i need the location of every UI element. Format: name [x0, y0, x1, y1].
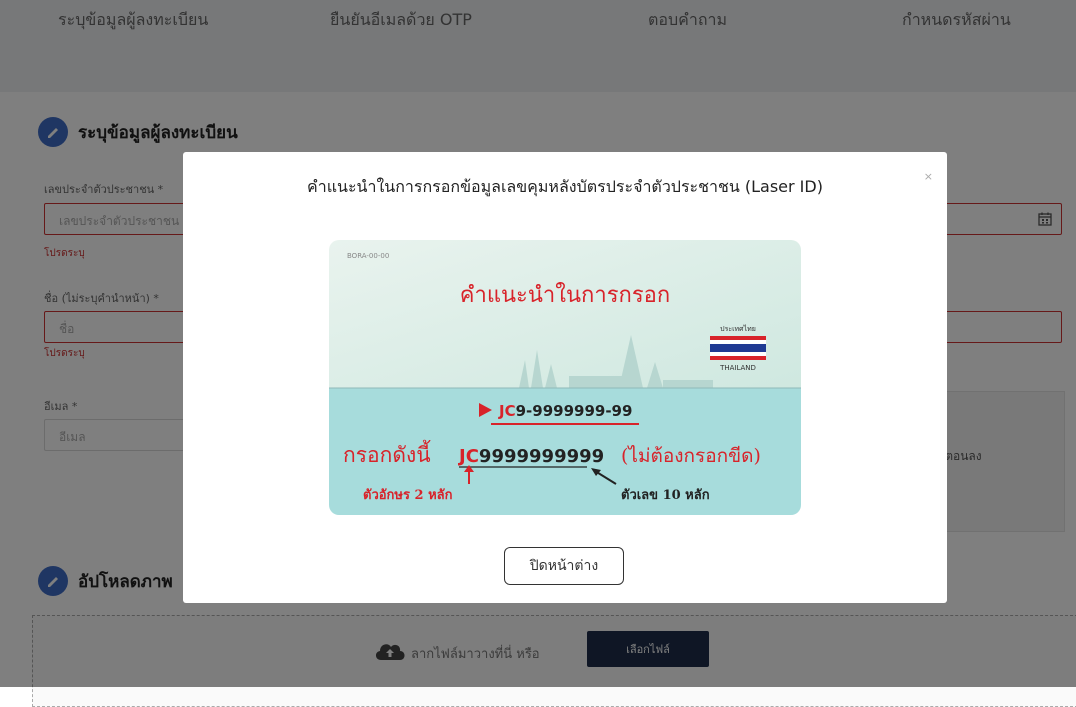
card-digits-note: ตัวเลข 10 หลัก — [621, 488, 710, 503]
card-fill-example: JC9999999999 — [457, 446, 604, 467]
modal-title: คำแนะนำในการกรอกข้อมูลเลขคุมหลังบัตรประจ… — [307, 177, 823, 196]
card-heading: คำแนะนำในการกรอก — [460, 282, 670, 308]
card-laser-prefix: JC — [498, 402, 516, 420]
card-laser-id: JC9-9999999-99 — [498, 402, 632, 420]
card-no-dash: (ไม่ต้องกรอกขีด) — [621, 445, 761, 467]
card-laser-rest: 9-9999999-99 — [516, 402, 633, 420]
card-fill-prefix: JC — [457, 446, 479, 467]
id-card-example-image: BORA-00-00 คำแนะนำในการกรอก ประเทศไทย TH… — [329, 240, 801, 515]
laser-id-help-modal: คำแนะนำในการกรอกข้อมูลเลขคุมหลังบัตรประจ… — [183, 152, 947, 603]
close-window-button[interactable]: ปิดหน้าต่าง — [504, 547, 624, 585]
thai-flag-icon — [710, 336, 766, 360]
close-icon[interactable]: × — [924, 170, 933, 183]
card-country-en: THAILAND — [719, 364, 756, 372]
card-fill-label: กรอกดังนี้ — [343, 440, 431, 467]
card-country-th: ประเทศไทย — [720, 324, 756, 333]
card-letters-note: ตัวอักษร 2 หลัก — [363, 488, 453, 503]
card-fill-rest: 9999999999 — [479, 446, 604, 467]
card-code: BORA-00-00 — [347, 252, 389, 260]
